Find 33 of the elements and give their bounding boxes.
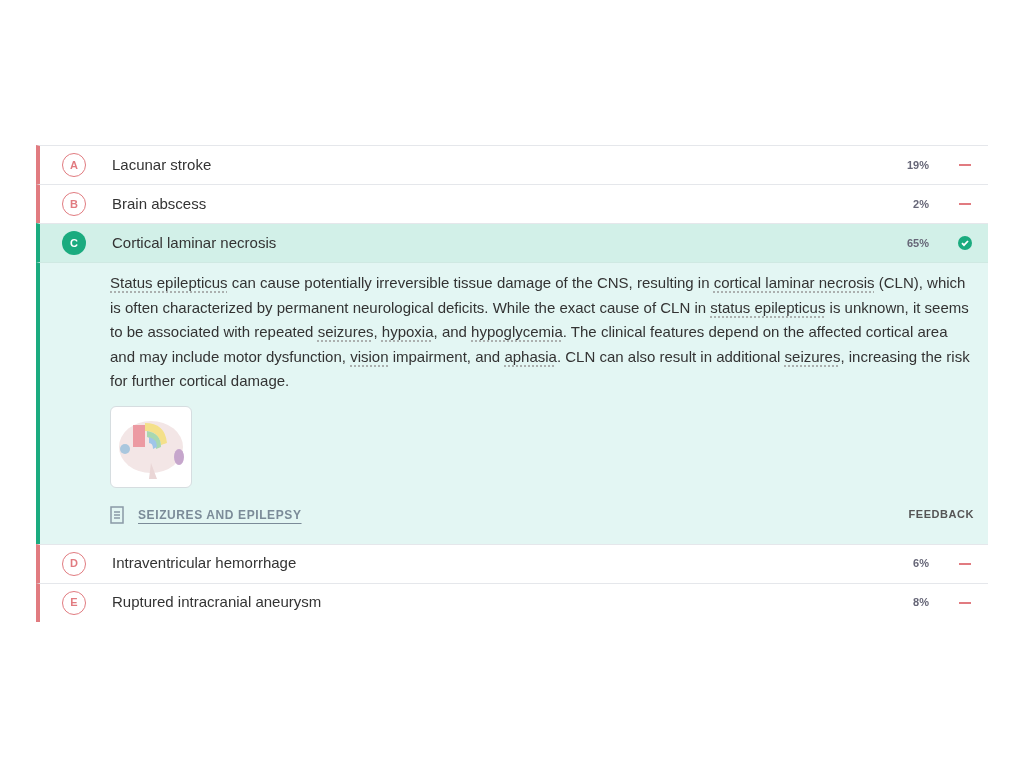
option-text: Ruptured intracranial aneurysm (112, 592, 323, 613)
minus-icon (958, 164, 972, 166)
term-link[interactable]: vision (350, 347, 389, 365)
term-link[interactable]: Status epilepticus (110, 274, 228, 291)
answer-option[interactable]: D Intraventricular hemorrhage 6% (36, 543, 988, 583)
term-link[interactable]: aphasia (504, 347, 557, 365)
percent-label: 8% (912, 595, 929, 611)
feedback-button[interactable]: FEEDBACK (908, 506, 974, 523)
option-letter: C (62, 231, 86, 255)
term-link[interactable]: status epilepticus (710, 298, 826, 316)
percent-label: 65% (905, 235, 929, 251)
option-text: Intraventricular hemorrhage (112, 553, 298, 574)
answer-option[interactable]: B Brain abscess 2% (36, 184, 988, 223)
term-link[interactable]: hypoglycemia (471, 323, 563, 340)
answer-option[interactable]: A Lacunar stroke 19% (36, 145, 988, 184)
percent-label: 2% (912, 196, 929, 212)
percent-label: 6% (912, 556, 929, 572)
percent-label: 19% (905, 157, 929, 173)
check-icon (958, 236, 972, 250)
option-text: Cortical laminar necrosis (112, 232, 278, 253)
minus-icon (958, 203, 972, 205)
minus-icon (958, 601, 972, 604)
option-text: Brain abscess (112, 193, 208, 214)
article-icon (110, 505, 124, 524)
term-link[interactable]: cortical laminar necrosis (713, 274, 875, 291)
option-text: Lacunar stroke (112, 154, 213, 175)
answer-option[interactable]: C Cortical laminar necrosis 65% (36, 223, 988, 262)
term-link[interactable]: hypoxia (381, 323, 434, 340)
explanation-text: Status epilepticus can cause potentially irreversible tissue damage of the CNS, resulting in cortical laminar necrosis (CLN), which is often characterized by permanent neurological deficits. While the exact cause of CLN in status epilepticus is unknown, it seems to be associated with repeated seizures, hypoxia, and hypoglycemia. The clinical features depend on the affected cortical area and may include motor dysfunction, vision impairment, and aphasia. CLN can also result in additional seizures, increasing the risk for further cortical damage. (110, 273, 971, 391)
term-link[interactable]: seizures (317, 323, 374, 340)
minus-icon (958, 562, 972, 565)
term-link[interactable]: seizures (784, 347, 841, 365)
answer-option[interactable]: E Ruptured intracranial aneurysm 8% (36, 582, 988, 622)
